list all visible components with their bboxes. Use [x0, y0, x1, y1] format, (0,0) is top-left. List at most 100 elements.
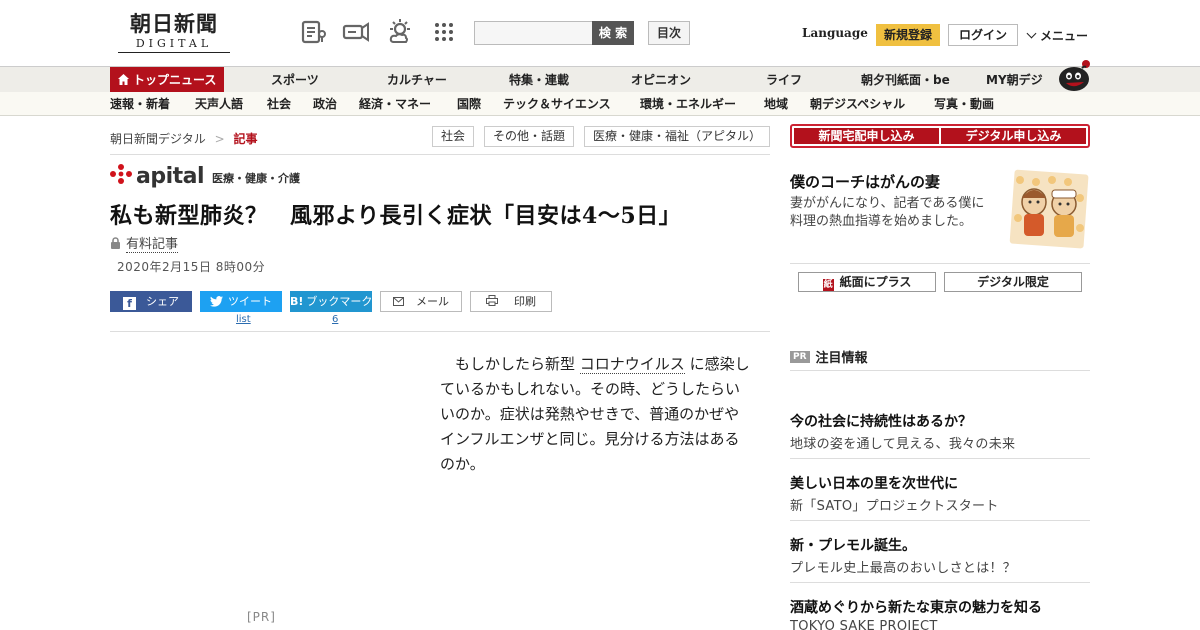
breadcrumb: 朝日新聞デジタル > 記事: [110, 130, 258, 147]
logo-main-text: 朝日新聞: [130, 11, 218, 36]
ad-subtitle: 地球の姿を通して見える、我々の未来: [790, 437, 1016, 452]
mascot-icon[interactable]: [1056, 58, 1092, 92]
nav-paper[interactable]: 朝夕刊紙面・be: [861, 67, 950, 93]
paper-plus-button[interactable]: 紙紙面にプラス: [798, 272, 936, 292]
home-icon: [118, 68, 129, 94]
divider: [790, 458, 1090, 459]
toc-button[interactable]: 目次: [648, 21, 690, 45]
breadcrumb-home[interactable]: 朝日新聞デジタル: [110, 132, 206, 146]
nav-economy[interactable]: 経済・マネー: [359, 92, 431, 116]
nav-breaking[interactable]: 速報・新着: [110, 92, 170, 116]
ad-subtitle: 新「SATO」プロジェクトスタート: [790, 499, 999, 514]
search-input[interactable]: [474, 21, 594, 45]
subscribe-digital-button[interactable]: デジタル申し込み: [941, 128, 1086, 144]
pr-tag: PR: [790, 350, 810, 363]
nav-region[interactable]: 地域: [764, 92, 788, 116]
twitter-share-label: ツイート: [228, 295, 272, 308]
menu-label: メニュー: [1040, 29, 1089, 43]
digital-only-button[interactable]: デジタル限定: [944, 272, 1082, 292]
promo-title[interactable]: 僕のコーチはがんの妻: [790, 171, 940, 192]
search-button[interactable]: 検 索: [592, 21, 634, 45]
apital-subtitle: 医療・健康・介護: [212, 172, 301, 185]
menu-button[interactable]: メニュー: [1026, 27, 1089, 44]
language-link[interactable]: Language: [802, 26, 868, 40]
paper-plus-label: 紙面にプラス: [839, 275, 912, 289]
keyword-link[interactable]: コロナウイルス: [579, 355, 685, 374]
weather-icon[interactable]: [386, 18, 414, 46]
promo-illustration[interactable]: [1006, 168, 1090, 250]
nav-tenseijingo[interactable]: 天声人語: [195, 92, 243, 116]
divider: [110, 331, 770, 332]
apital-brand[interactable]: apital 医療・健康・介護: [110, 163, 301, 189]
secondary-nav: 速報・新着 天声人語 社会 政治 経済・マネー 国際 テック＆サイエンス 環境・…: [0, 92, 1200, 116]
paid-article-badge[interactable]: 有料記事: [110, 233, 179, 253]
nav-my-asadigi[interactable]: MY朝デジ: [986, 67, 1043, 93]
nav-top-news-label: トップニュース: [133, 73, 217, 87]
twitter-count-link[interactable]: list: [236, 314, 251, 325]
facebook-share-button[interactable]: f シェア: [110, 291, 192, 312]
nav-culture[interactable]: カルチャー: [387, 67, 447, 93]
lock-icon: [110, 237, 121, 253]
mail-share-button[interactable]: メール: [380, 291, 462, 312]
subscribe-paper-button[interactable]: 新聞宅配申し込み: [794, 128, 939, 144]
divider: [790, 263, 1090, 264]
breadcrumb-separator: >: [214, 132, 225, 146]
notice-title: 注目情報: [815, 351, 868, 366]
divider: [790, 582, 1090, 583]
nav-photo-video[interactable]: 写真・動画: [934, 92, 994, 116]
signup-button[interactable]: 新規登録: [876, 24, 940, 46]
ad-title[interactable]: 今の社会に持続性はあるか？: [790, 411, 972, 431]
nav-international[interactable]: 国際: [457, 92, 481, 116]
facebook-icon: f: [123, 297, 136, 310]
nav-opinion[interactable]: オピニオン: [631, 67, 691, 93]
twitter-share-button[interactable]: ツイート: [200, 291, 282, 312]
tag-society[interactable]: 社会: [432, 126, 475, 147]
ad-title[interactable]: 美しい日本の里を次世代に: [790, 473, 958, 493]
site-logo[interactable]: 朝日新聞 DIGITAL: [118, 12, 230, 56]
divider: [110, 154, 770, 155]
hatena-bookmark-label: ブックマーク: [306, 295, 373, 308]
print-label: 印刷: [514, 295, 536, 308]
nav-special[interactable]: 朝デジスペシャル: [810, 92, 905, 116]
tag-medical[interactable]: 医療・健康・福祉（アピタル）: [584, 126, 770, 147]
article-lead: もしかしたら新型 コロナウイルス に感染しているかもしれない。その時、どうしたら…: [440, 352, 752, 477]
newspaper-icon[interactable]: [300, 18, 328, 46]
mail-share-label: メール: [416, 295, 449, 308]
ad-title[interactable]: 酒蔵めぐりから新たな東京の魅力を知る: [790, 597, 1042, 617]
mail-icon: [393, 293, 404, 312]
apital-wordmark: apital: [136, 163, 205, 189]
nav-features[interactable]: 特集・連載: [509, 67, 569, 93]
subscribe-box: 新聞宅配申し込み デジタル申し込み: [790, 124, 1090, 148]
ad-subtitle: TOKYO SAKE PROJECT: [790, 619, 938, 630]
pr-label: [PR]: [247, 610, 276, 624]
lead-text-before: もしかしたら新型: [455, 355, 576, 373]
paper-plus-icon: 紙: [822, 279, 834, 291]
facebook-share-label: シェア: [146, 295, 179, 308]
print-icon: [486, 293, 498, 312]
hatena-bookmark-button[interactable]: B! ブックマーク: [290, 291, 372, 312]
breadcrumb-current: 記事: [233, 132, 258, 146]
print-button[interactable]: 印刷: [470, 291, 552, 312]
site-header: 朝日新聞 DIGITAL 検 索 目次 Language 新規登録 ログイン メ…: [0, 0, 1200, 66]
nav-environment[interactable]: 環境・エネルギー: [640, 92, 736, 116]
nav-tech-science[interactable]: テック＆サイエンス: [503, 92, 611, 116]
nav-top-news[interactable]: トップニュース: [110, 67, 225, 94]
promo-text: 妻ががんになり、記者である僕に料理の熱血指導を始めました。: [790, 196, 985, 229]
nav-life[interactable]: ライフ: [766, 67, 802, 93]
nav-society[interactable]: 社会: [267, 92, 291, 116]
tag-misc[interactable]: その他・話題: [484, 126, 575, 147]
logo-sub-text: DIGITAL: [118, 36, 230, 53]
hatena-icon: B!: [290, 295, 304, 308]
chevron-down-icon: [1026, 28, 1037, 39]
notice-header: PR 注目情報: [790, 347, 868, 366]
article-headline: 私も新型肺炎？ 風邪より長引く症状「目安は4～5日」: [110, 203, 682, 229]
ad-subtitle: プレモル史上最高のおいしさとは！？: [790, 561, 1017, 576]
primary-nav: トップニュース スポーツ カルチャー 特集・連載 オピニオン ライフ 朝夕刊紙面…: [0, 66, 1200, 94]
nav-sports[interactable]: スポーツ: [271, 67, 319, 93]
ad-title[interactable]: 新・プレモル誕生。: [790, 535, 916, 555]
grid-icon[interactable]: [430, 18, 458, 46]
nav-politics[interactable]: 政治: [313, 92, 337, 116]
megaphone-icon[interactable]: [342, 18, 370, 46]
hatena-count-link[interactable]: 6: [332, 314, 338, 325]
login-button[interactable]: ログイン: [948, 24, 1018, 46]
